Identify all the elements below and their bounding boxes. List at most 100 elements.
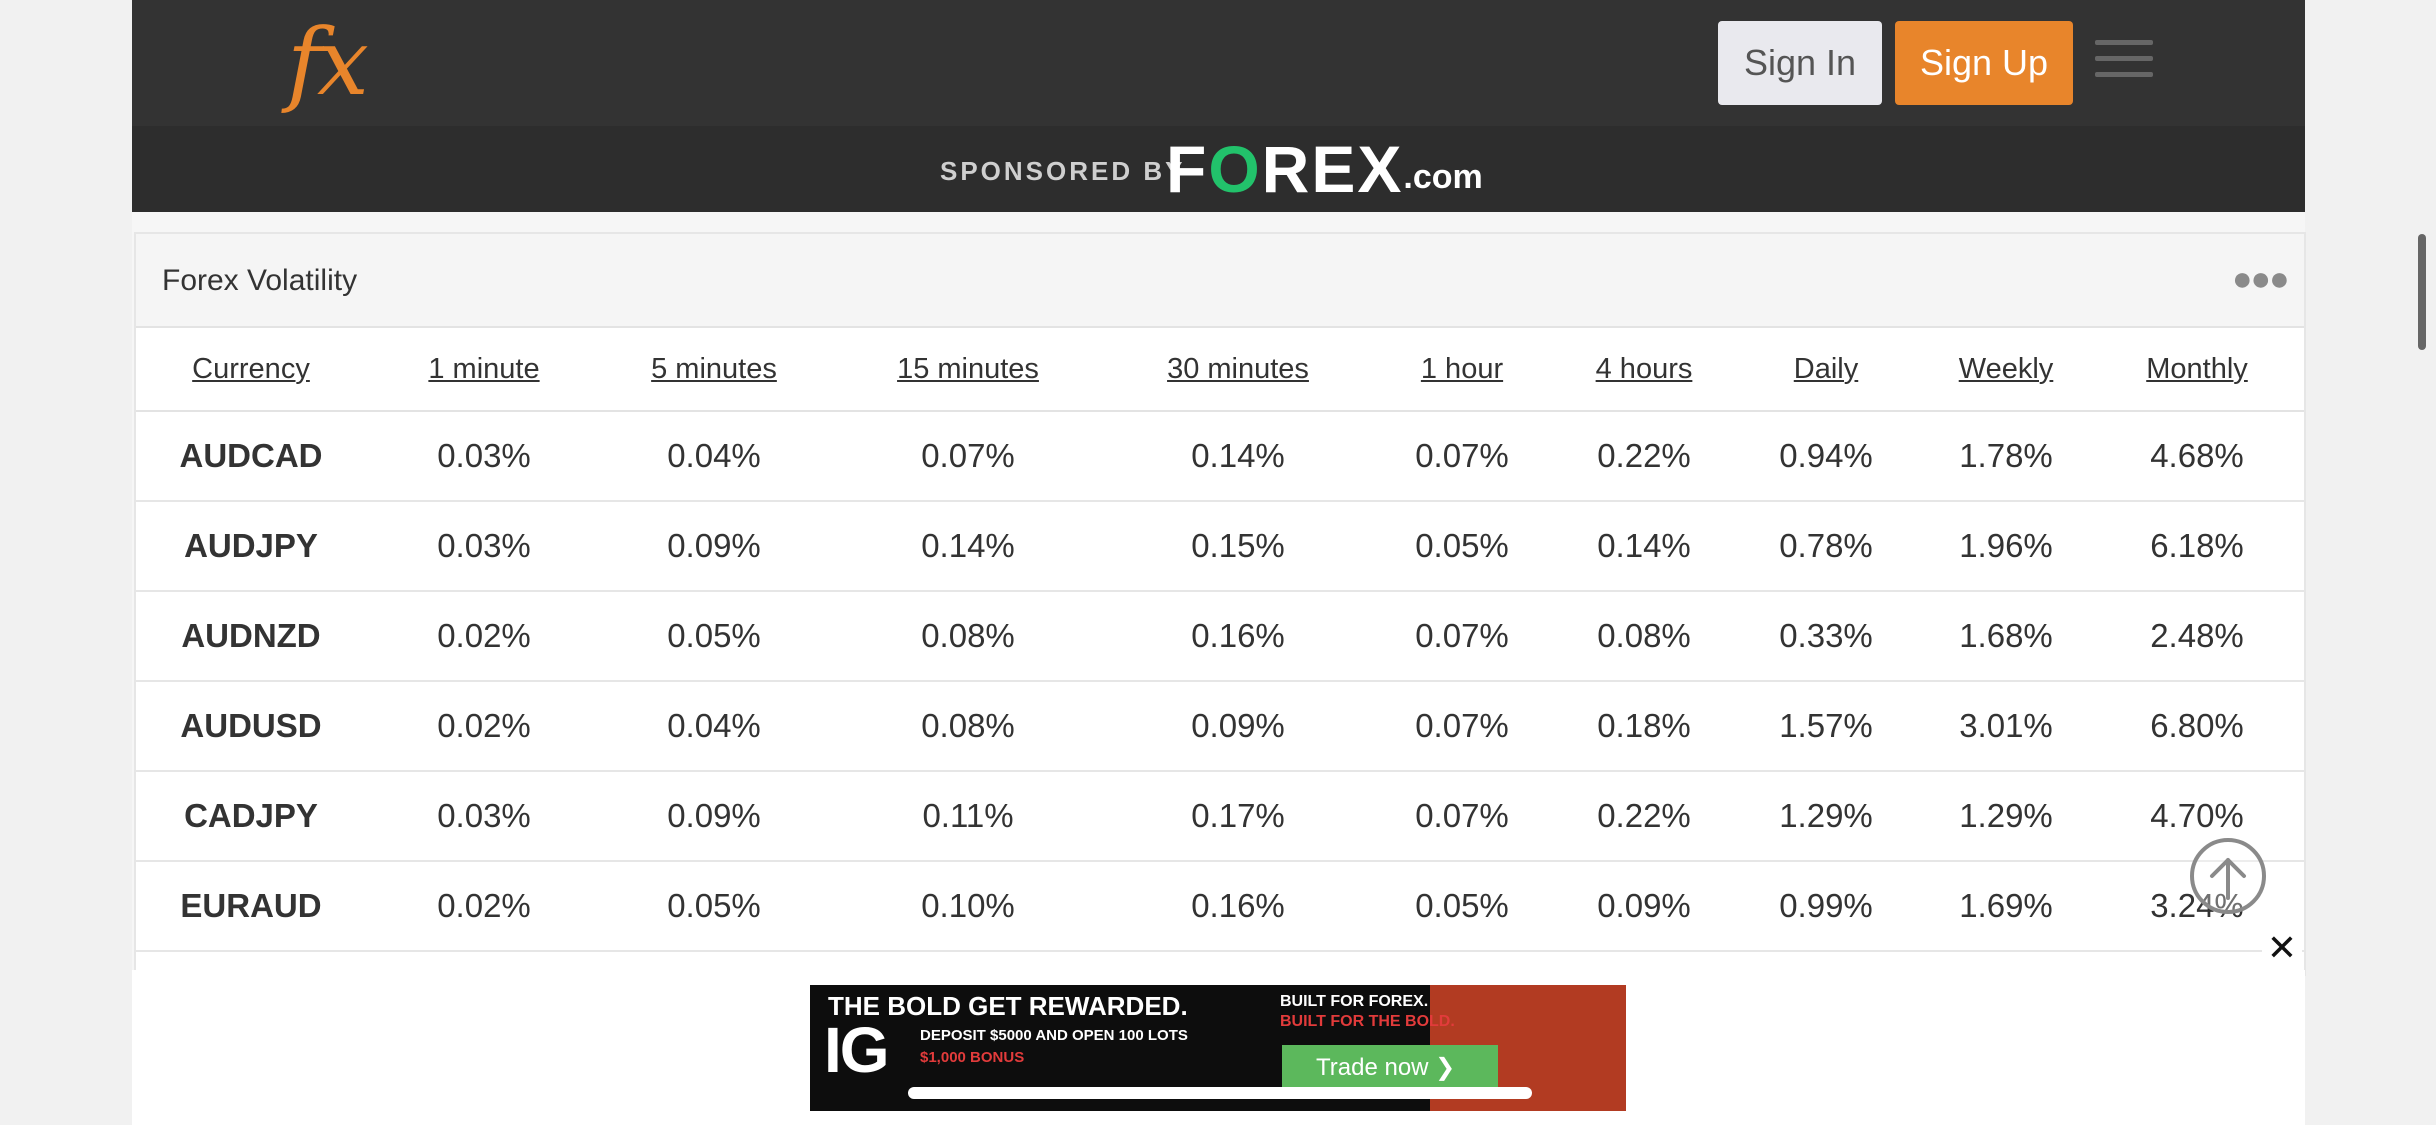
column-header-30-minutes[interactable]: 30 minutes (1110, 328, 1366, 412)
home-indicator-bar (908, 1087, 1532, 1099)
volatility-cell: 0.94% (1730, 411, 1922, 502)
volatility-cell: 0.10% (826, 861, 1110, 952)
site-logo[interactable]: fx (287, 8, 417, 118)
currency-cell: EURAUD (136, 861, 366, 952)
page-scrollbar[interactable] (2418, 234, 2426, 350)
volatility-cell: 0.17% (1110, 771, 1366, 862)
volatility-cell: 1.68% (1922, 591, 2090, 682)
volatility-cell: 1.29% (1922, 771, 2090, 862)
volatility-cell: 0.07% (1366, 681, 1558, 772)
sponsor-label: SPONSORED BY (940, 156, 1186, 186)
volatility-cell: 0.05% (602, 591, 826, 682)
volatility-cell: 3.01% (1922, 681, 2090, 772)
column-header-4-hours[interactable]: 4 hours (1558, 328, 1730, 412)
column-header-15-minutes[interactable]: 15 minutes (826, 328, 1110, 412)
volatility-cell: 0.07% (1366, 771, 1558, 862)
volatility-cell: 1.78% (1922, 411, 2090, 502)
volatility-cell: 0.03% (366, 501, 602, 592)
column-header-weekly[interactable]: Weekly (1922, 328, 2090, 412)
volatility-cell: 0.99% (1730, 861, 1922, 952)
ad-tagline-2: BUILT FOR THE BOLD. (1280, 1013, 1455, 1030)
volatility-cell: 0.15% (1110, 501, 1366, 592)
table-header-row: Currency 1 minute 5 minutes 15 minutes 30 mi… (136, 328, 2304, 412)
volatility-cell: 0.02% (366, 591, 602, 682)
ad-tagline-1: BUILT FOR FOREX. (1280, 993, 1429, 1010)
volatility-cell: 2.48% (2090, 591, 2304, 682)
currency-cell: AUDCAD (136, 411, 366, 502)
ad-close-icon[interactable]: ✕ (2262, 928, 2302, 968)
volatility-cell: 1.69% (1922, 861, 2090, 952)
table-row: EURAUD 0.02% 0.05% 0.10% 0.16% 0.05% 0.09% 0.99… (136, 861, 2304, 952)
volatility-cell: 0.08% (826, 591, 1110, 682)
volatility-cell: 0.07% (826, 411, 1110, 502)
table-row: AUDJPY 0.03% 0.09% 0.14% 0.15% 0.05% 0.14% 0.78… (136, 501, 2304, 592)
ad-trade-now-button[interactable]: Trade now ❯ (1282, 1045, 1498, 1091)
currency-cell: AUDUSD (136, 681, 366, 772)
top-navbar: fx Sign In Sign Up (132, 0, 2305, 126)
volatility-cell: 1.29% (1730, 771, 1922, 862)
more-dots-icon[interactable]: ●●● (2232, 260, 2290, 299)
volatility-cell: 1.57% (1730, 681, 1922, 772)
volatility-cell: 0.02% (366, 861, 602, 952)
sign-in-button[interactable]: Sign In (1718, 21, 1882, 105)
currency-cell: AUDJPY (136, 501, 366, 592)
column-header-daily[interactable]: Daily (1730, 328, 1922, 412)
column-header-monthly[interactable]: Monthly (2090, 328, 2304, 412)
table-row: CADJPY 0.03% 0.09% 0.11% 0.17% 0.07% 0.22% 1.29… (136, 771, 2304, 862)
widget-title: Forex Volatility (162, 264, 358, 297)
table-row: AUDUSD 0.02% 0.04% 0.08% 0.09% 0.07% 0.18% 1.57… (136, 681, 2304, 772)
sign-up-button[interactable]: Sign Up (1895, 21, 2073, 105)
volatility-cell: 0.14% (1110, 411, 1366, 502)
column-header-5-minutes[interactable]: 5 minutes (602, 328, 826, 412)
column-header-1-hour[interactable]: 1 hour (1366, 328, 1558, 412)
volatility-cell: 0.03% (366, 771, 602, 862)
ad-logo: IG (824, 1014, 890, 1086)
volatility-cell: 0.04% (602, 681, 826, 772)
volatility-cell: 0.14% (826, 501, 1110, 592)
sponsor-brand-logo: FOREX.com (1166, 132, 1483, 206)
volatility-cell: 1.96% (1922, 501, 2090, 592)
ig-ad-banner[interactable]: THE BOLD GET REWARDED. IG DEPOSIT $5000 … (810, 985, 1626, 1111)
volatility-cell: 0.22% (1558, 771, 1730, 862)
volatility-cell: 6.18% (2090, 501, 2304, 592)
volatility-cell: 0.16% (1110, 861, 1366, 952)
volatility-cell: 0.07% (1366, 591, 1558, 682)
page: fx Sign In Sign Up SPONSORED BY FOREX.co… (132, 0, 2306, 1125)
table-row: AUDNZD 0.02% 0.05% 0.08% 0.16% 0.07% 0.08% 0.33… (136, 591, 2304, 682)
volatility-cell: 0.09% (602, 771, 826, 862)
volatility-cell: 0.22% (1558, 411, 1730, 502)
volatility-cell: 0.08% (1558, 591, 1730, 682)
volatility-cell: 0.18% (1558, 681, 1730, 772)
volatility-cell: 0.33% (1730, 591, 1922, 682)
volatility-cell: 0.07% (1366, 411, 1558, 502)
volatility-cell: 0.03% (366, 411, 602, 502)
volatility-cell: 0.05% (1366, 501, 1558, 592)
volatility-cell: 0.78% (1730, 501, 1922, 592)
arrow-up-icon (2210, 858, 2246, 900)
volatility-cell: 0.11% (826, 771, 1110, 862)
volatility-cell: 4.70% (2090, 771, 2304, 862)
volatility-cell: 0.05% (602, 861, 826, 952)
volatility-cell: 0.08% (826, 681, 1110, 772)
volatility-cell: 0.02% (366, 681, 602, 772)
volatility-cell: 0.05% (1366, 861, 1558, 952)
widget-header: Forex Volatility ●●● (136, 234, 2304, 328)
volatility-cell: 0.09% (602, 501, 826, 592)
column-header-1-minute[interactable]: 1 minute (366, 328, 602, 412)
column-header-currency[interactable]: Currency (136, 328, 366, 412)
table-row: AUDCAD 0.03% 0.04% 0.07% 0.14% 0.07% 0.22% 0.94… (136, 411, 2304, 502)
volatility-table: Currency 1 minute 5 minutes 15 minutes 30 mi… (136, 328, 2304, 952)
currency-cell: AUDNZD (136, 591, 366, 682)
sponsor-banner[interactable]: SPONSORED BY FOREX.com (132, 126, 2305, 212)
forex-volatility-widget: Forex Volatility ●●● Currency 1 minute 5 m… (134, 232, 2306, 976)
ad-bonus-text: $1,000 BONUS (920, 1049, 1025, 1066)
volatility-cell: 6.80% (2090, 681, 2304, 772)
hamburger-icon[interactable] (2095, 40, 2155, 80)
currency-cell: CADJPY (136, 771, 366, 862)
volatility-cell: 4.68% (2090, 411, 2304, 502)
volatility-cell: 0.14% (1558, 501, 1730, 592)
back-to-top-button[interactable] (2190, 838, 2266, 914)
ad-deposit-text: DEPOSIT $5000 AND OPEN 100 LOTS (920, 1027, 1188, 1044)
volatility-cell: 0.04% (602, 411, 826, 502)
volatility-cell: 0.09% (1558, 861, 1730, 952)
